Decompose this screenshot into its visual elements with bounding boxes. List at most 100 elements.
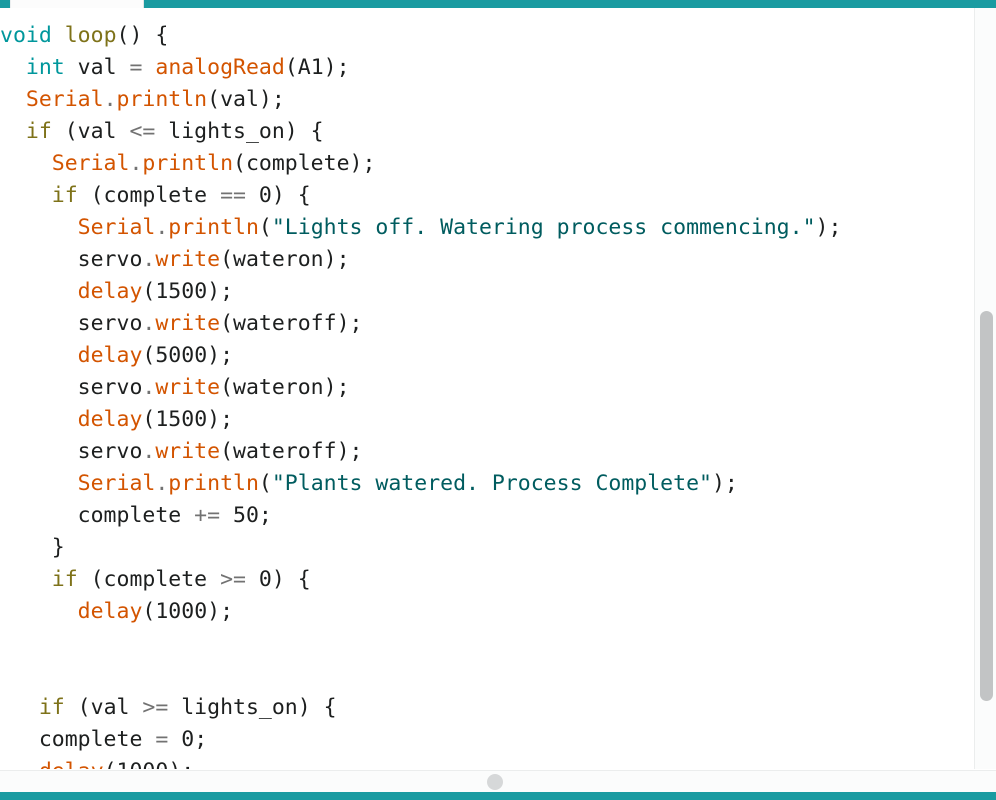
code-token-lib: println <box>168 471 259 496</box>
code-token-punc: ); <box>207 279 234 304</box>
code-token-plain: complete <box>0 727 156 752</box>
code-line: if (complete >= 0) { <box>0 564 974 596</box>
code-token-lib: Serial <box>25 87 104 112</box>
code-line: if (val >= lights_on) { <box>0 692 974 724</box>
code-token-lib: delay <box>77 279 143 304</box>
code-line: delay(1500); <box>0 404 974 436</box>
code-token-num: 1500 <box>155 407 208 432</box>
code-line: complete = 0; <box>0 724 974 756</box>
code-token-type: void <box>0 23 52 48</box>
code-token-lib: Serial <box>51 151 130 176</box>
code-token-plain: } <box>0 535 65 560</box>
code-token-op: . <box>142 439 156 464</box>
code-token-plain: complete <box>0 503 195 528</box>
code-token-punc: ( <box>142 599 156 624</box>
code-token-lib: println <box>116 87 208 112</box>
vertical-scrollbar-thumb[interactable] <box>980 311 993 701</box>
code-token-kw: if <box>51 183 78 208</box>
code-token-lib: Serial <box>77 471 156 496</box>
code-token-punc: ) { <box>271 183 311 208</box>
code-token-punc: ); <box>207 407 234 432</box>
code-token-kw: if <box>51 567 78 592</box>
code-token-punc: (wateroff); <box>220 439 363 464</box>
code-token-lib: delay <box>77 343 143 368</box>
code-token-op: . <box>142 311 156 336</box>
code-line: if (val <= lights_on) { <box>0 116 974 148</box>
code-line: servo.write(wateron); <box>0 372 974 404</box>
code-token-plain: servo <box>0 311 143 336</box>
code-token-lib: println <box>142 151 234 176</box>
code-line: servo.write(wateron); <box>0 244 974 276</box>
code-token-punc: () { <box>116 23 169 48</box>
code-token-punc: ; <box>194 727 208 752</box>
code-token-plain: servo <box>0 247 143 272</box>
code-token-plain: lights_on) { <box>155 119 324 144</box>
code-token-op: . <box>103 87 117 112</box>
code-line: Serial.println(val); <box>0 84 974 116</box>
code-token-str: "Lights off. Watering process commencing… <box>271 215 816 240</box>
code-token-kw: if <box>25 119 52 144</box>
code-token-num: 1000 <box>155 599 208 624</box>
code-token-punc: ) { <box>271 567 311 592</box>
code-token-plain: servo <box>0 439 143 464</box>
code-token-punc: ); <box>815 215 842 240</box>
code-line: delay(1000); <box>0 756 974 769</box>
code-line: void loop() { <box>0 20 974 52</box>
arduino-editor-window: void loop() { int val = analogRead(A1); … <box>0 0 996 800</box>
code-token-op: . <box>142 375 156 400</box>
code-token-lib: write <box>155 247 221 272</box>
code-token-op: >= <box>142 695 169 720</box>
horizontal-scrollbar-thumb[interactable] <box>487 774 503 790</box>
status-bar <box>0 792 996 800</box>
horizontal-scrollbar[interactable] <box>0 770 996 792</box>
code-token-plain: (complete <box>77 567 221 592</box>
code-token-plain: (complete <box>77 183 221 208</box>
code-editor-surface[interactable]: void loop() { int val = analogRead(A1); … <box>0 8 974 769</box>
code-token-punc: ( <box>104 759 117 769</box>
code-token-lib: delay <box>77 599 143 624</box>
vertical-scrollbar[interactable] <box>974 8 996 769</box>
code-token-num: 1000 <box>117 759 169 769</box>
code-token-str: "Plants watered. Process Complete" <box>271 471 712 496</box>
code-token-plain: lights_on) { <box>168 695 337 720</box>
code-token-punc: (wateroff); <box>220 311 363 336</box>
code-line: delay(1500); <box>0 276 974 308</box>
code-token-lib: delay <box>39 759 104 769</box>
code-token-punc: (val); <box>207 87 285 112</box>
sketch-tab-active[interactable] <box>10 0 144 8</box>
code-token-plain: val <box>64 55 130 80</box>
code-token-op: = <box>155 727 169 752</box>
code-line: Serial.println("Lights off. Watering pro… <box>0 212 974 244</box>
code-line: } <box>0 532 974 564</box>
code-token-num: 1500 <box>155 279 208 304</box>
code-token-num: 0 <box>181 727 195 752</box>
code-token-punc: (A1); <box>284 55 350 80</box>
source-code[interactable]: void loop() { int val = analogRead(A1); … <box>0 8 974 769</box>
code-token-lib: write <box>155 375 221 400</box>
code-token-lib: println <box>168 215 259 240</box>
code-token-punc: ); <box>207 343 234 368</box>
code-token-op: += <box>194 503 221 528</box>
code-token-plain: (val <box>51 119 130 144</box>
code-token-num: 5000 <box>155 343 208 368</box>
code-token-punc: ( <box>258 471 272 496</box>
code-line: delay(5000); <box>0 340 974 372</box>
code-token-lib: delay <box>77 407 143 432</box>
